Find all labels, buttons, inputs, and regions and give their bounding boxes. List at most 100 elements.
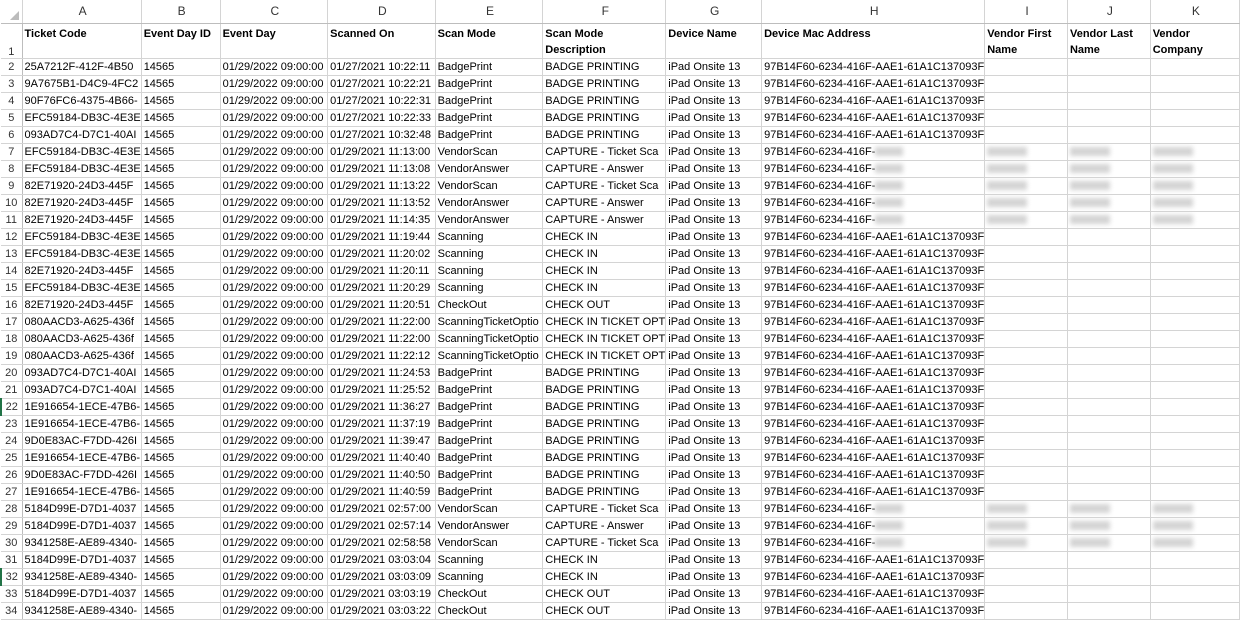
cell[interactable]: 01/29/2022 09:00:00 xyxy=(220,381,329,399)
cell[interactable]: CHECK IN xyxy=(542,279,667,297)
cell[interactable]: 01/29/2021 11:20:02 xyxy=(327,245,436,263)
cell[interactable]: BadgePrint xyxy=(435,398,544,416)
cell[interactable]: 01/29/2022 09:00:00 xyxy=(220,585,329,603)
cell[interactable]: 080AACD3-A625-436f xyxy=(22,347,142,365)
cell[interactable]: 97B14F60-6234-416F-AAE1-61A1C137093F xyxy=(761,109,986,127)
cell[interactable]: 080AACD3-A625-436f xyxy=(22,313,142,331)
column-header-h[interactable]: H xyxy=(761,0,986,24)
cell[interactable]: 14565 xyxy=(141,75,221,93)
cell[interactable] xyxy=(1067,432,1151,450)
cell[interactable]: 97B14F60-6234-416F-AAE1-61A1C137093F xyxy=(761,398,986,416)
cell[interactable] xyxy=(1067,381,1151,399)
row-number[interactable]: 9 xyxy=(1,177,23,195)
cell[interactable]: 01/29/2022 09:00:00 xyxy=(220,177,329,195)
cell[interactable] xyxy=(1067,194,1151,212)
cell[interactable]: iPad Onsite 13 xyxy=(665,75,763,93)
cell[interactable]: 14565 xyxy=(141,58,221,76)
cell[interactable]: 01/29/2021 11:24:53 xyxy=(327,364,436,382)
cell[interactable] xyxy=(984,551,1068,569)
cell[interactable] xyxy=(984,228,1068,246)
row-number[interactable]: 30 xyxy=(1,534,23,552)
cell[interactable] xyxy=(1150,228,1240,246)
row-number[interactable]: 4 xyxy=(1,92,23,110)
cell[interactable]: 97B14F60-6234-416F-AAE1-61A1C137093F xyxy=(761,364,986,382)
cell[interactable]: CAPTURE - Answer xyxy=(542,160,667,178)
cell[interactable] xyxy=(1067,177,1151,195)
row-number[interactable]: 8 xyxy=(1,160,23,178)
cell[interactable] xyxy=(1150,483,1240,501)
select-all-corner[interactable] xyxy=(1,0,23,24)
cell[interactable]: 14565 xyxy=(141,432,221,450)
cell[interactable]: CAPTURE - Answer xyxy=(542,194,667,212)
cell[interactable]: 82E71920-24D3-445F xyxy=(22,296,142,314)
cell[interactable]: 97B14F60-6234-416F-AAE1-61A1C137093F xyxy=(761,75,986,93)
cell[interactable]: iPad Onsite 13 xyxy=(665,432,763,450)
cell[interactable]: 093AD7C4-D7C1-40AI xyxy=(22,381,142,399)
cell[interactable] xyxy=(1067,92,1151,110)
cell[interactable]: CAPTURE - Ticket Sca xyxy=(542,500,667,518)
row-number[interactable]: 20 xyxy=(1,364,23,382)
cell[interactable]: 01/27/2021 10:22:31 xyxy=(327,92,436,110)
cell[interactable]: 14565 xyxy=(141,568,221,586)
cell[interactable]: 97B14F60-6234-416F-AAE1-61A1C137093F xyxy=(761,568,986,586)
cell[interactable]: 14565 xyxy=(141,551,221,569)
cell[interactable]: iPad Onsite 13 xyxy=(665,245,763,263)
cell[interactable]: iPad Onsite 13 xyxy=(665,568,763,586)
cell[interactable]: 14565 xyxy=(141,483,221,501)
cell[interactable]: 97B14F60-6234-416F-AAE1-61A1C137093F xyxy=(761,415,986,433)
cell[interactable]: iPad Onsite 13 xyxy=(665,109,763,127)
cell[interactable] xyxy=(984,126,1068,144)
cell[interactable]: BADGE PRINTING xyxy=(542,466,667,484)
cell[interactable]: 01/29/2021 11:40:40 xyxy=(327,449,436,467)
cell[interactable]: 01/29/2021 11:13:00 xyxy=(327,143,436,161)
cell[interactable]: CHECK OUT xyxy=(542,585,667,603)
cell[interactable] xyxy=(1150,364,1240,382)
cell[interactable]: 01/29/2021 03:03:22 xyxy=(327,602,436,620)
cell[interactable] xyxy=(984,347,1068,365)
cell[interactable]: 01/29/2022 09:00:00 xyxy=(220,143,329,161)
cell[interactable]: 97B14F60-6234-416F- xyxy=(761,160,986,178)
cell[interactable] xyxy=(984,75,1068,93)
cell[interactable] xyxy=(1067,75,1151,93)
cell[interactable]: 97B14F60-6234-416F-AAE1-61A1C137093F xyxy=(761,466,986,484)
cell[interactable]: ScanningTicketOptio xyxy=(435,313,544,331)
row-number[interactable]: 21 xyxy=(1,381,23,399)
row-number[interactable]: 11 xyxy=(1,211,23,229)
cell[interactable]: 82E71920-24D3-445F xyxy=(22,194,142,212)
cell[interactable]: iPad Onsite 13 xyxy=(665,211,763,229)
cell[interactable] xyxy=(1067,262,1151,280)
cell[interactable] xyxy=(1067,364,1151,382)
cell[interactable]: 14565 xyxy=(141,194,221,212)
cell[interactable]: EFC59184-DB3C-4E3E xyxy=(22,228,142,246)
cell[interactable]: 01/29/2021 11:13:52 xyxy=(327,194,436,212)
cell[interactable]: 97B14F60-6234-416F-AAE1-61A1C137093F xyxy=(761,585,986,603)
cell[interactable]: iPad Onsite 13 xyxy=(665,177,763,195)
cell[interactable] xyxy=(984,364,1068,382)
cell[interactable]: 01/29/2021 02:57:14 xyxy=(327,517,436,535)
cell[interactable] xyxy=(1067,279,1151,297)
cell[interactable]: 01/29/2021 11:14:35 xyxy=(327,211,436,229)
cell[interactable] xyxy=(1150,177,1240,195)
cell[interactable]: 14565 xyxy=(141,126,221,144)
cell[interactable]: 97B14F60-6234-416F-AAE1-61A1C137093F xyxy=(761,602,986,620)
cell[interactable]: 01/29/2021 11:37:19 xyxy=(327,415,436,433)
cell[interactable]: 97B14F60-6234-416F-AAE1-61A1C137093F xyxy=(761,381,986,399)
cell[interactable] xyxy=(984,432,1068,450)
cell[interactable]: BadgePrint xyxy=(435,109,544,127)
cell[interactable] xyxy=(1067,211,1151,229)
cell[interactable]: 82E71920-24D3-445F xyxy=(22,262,142,280)
cell[interactable]: 9341258E-AE89-4340- xyxy=(22,568,142,586)
cell[interactable] xyxy=(1150,500,1240,518)
cell-table[interactable]: ABCDEFGHIJK 1 Ticket Code Event Day ID Eve… xyxy=(0,0,1240,620)
cell[interactable]: 97B14F60-6234-416F-AAE1-61A1C137093F xyxy=(761,126,986,144)
row-number[interactable]: 25 xyxy=(1,449,23,467)
cell[interactable] xyxy=(1150,160,1240,178)
cell[interactable]: 14565 xyxy=(141,177,221,195)
cell[interactable]: 5184D99E-D7D1-4037 xyxy=(22,585,142,603)
cell[interactable] xyxy=(984,330,1068,348)
cell[interactable]: EFC59184-DB3C-4E3E xyxy=(22,109,142,127)
cell[interactable]: BADGE PRINTING xyxy=(542,109,667,127)
header-cell[interactable]: Scan Mode Description xyxy=(542,23,667,59)
cell[interactable]: Scanning xyxy=(435,228,544,246)
cell[interactable]: 14565 xyxy=(141,500,221,518)
